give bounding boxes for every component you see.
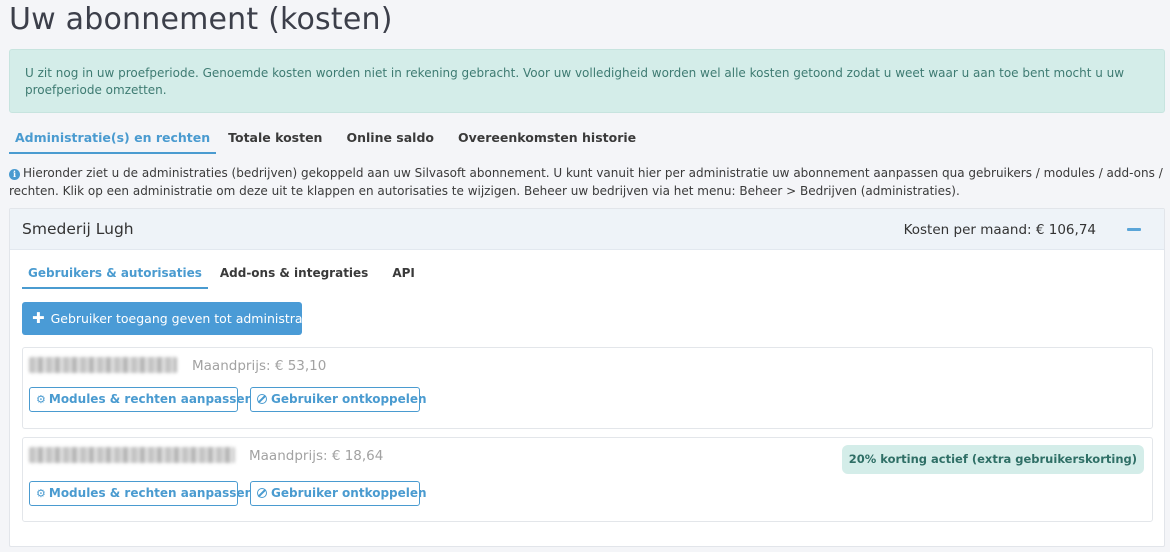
user-card: Maandprijs: € 18,64 20% korting actief (… — [22, 437, 1153, 522]
company-subtabs: Gebruikers & autorisaties Add-ons & inte… — [22, 261, 427, 289]
user-email-redacted — [29, 447, 235, 463]
tab-agreements-history[interactable]: Overeenkomsten historie — [446, 126, 648, 154]
discount-badge: 20% korting actief (extra gebruikerskort… — [841, 445, 1144, 474]
company-panel: Smederij Lugh Kosten per maand: € 106,74… — [9, 208, 1165, 547]
tab-addons-integrations[interactable]: Add-ons & integraties — [208, 261, 380, 289]
tab-online-balance[interactable]: Online saldo — [334, 126, 446, 154]
tab-administrations[interactable]: Administratie(s) en rechten — [9, 126, 217, 154]
user-monthly-price: Maandprijs: € 18,64 — [249, 448, 384, 464]
plus-icon: ✚ — [32, 309, 45, 327]
add-user-button[interactable]: ✚ Gebruiker toegang geven tot administra… — [22, 302, 319, 335]
info-circle-icon: i — [9, 169, 20, 180]
ban-icon — [257, 488, 267, 498]
modules-rights-label: Modules & rechten aanpassen — [48, 392, 254, 406]
tab-total-costs[interactable]: Totale kosten — [216, 126, 334, 154]
user-monthly-price: Maandprijs: € 53,10 — [192, 358, 327, 374]
disconnect-user-label: Gebruiker ontkoppelen — [271, 486, 427, 500]
company-monthly-cost: Kosten per maand: € 106,74 — [903, 222, 1096, 238]
main-tabs: Administratie(s) en rechten Totale koste… — [9, 126, 648, 154]
trial-alert: U zit nog in uw proefperiode. Genoemde k… — [9, 49, 1165, 113]
info-paragraph: i Hieronder ziet u de administraties (bed… — [9, 164, 1164, 200]
company-name: Smederij Lugh — [22, 220, 134, 238]
gear-icon: ⚙ — [36, 487, 46, 500]
company-header[interactable]: Smederij Lugh Kosten per maand: € 106,74 — [10, 209, 1164, 250]
gear-icon: ⚙ — [36, 393, 46, 406]
tab-api[interactable]: API — [380, 261, 427, 289]
user-card: Maandprijs: € 53,10 ⚙ Modules & rechten a… — [22, 347, 1153, 429]
disconnect-user-button[interactable]: Gebruiker ontkoppelen — [250, 481, 427, 506]
info-text: Hieronder ziet u de administraties (bedr… — [9, 166, 1163, 198]
disconnect-user-button[interactable]: Gebruiker ontkoppelen — [250, 387, 427, 412]
modules-rights-label: Modules & rechten aanpassen — [48, 486, 254, 500]
tab-users-authorizations[interactable]: Gebruikers & autorisaties — [22, 261, 208, 289]
modules-rights-button[interactable]: ⚙ Modules & rechten aanpassen — [29, 387, 253, 412]
ban-icon — [257, 394, 267, 404]
modules-rights-button[interactable]: ⚙ Modules & rechten aanpassen — [29, 481, 253, 506]
collapse-minus-icon[interactable] — [1127, 228, 1141, 231]
disconnect-user-label: Gebruiker ontkoppelen — [271, 392, 427, 406]
page-title: Uw abonnement (kosten) — [9, 2, 393, 37]
add-user-label: Gebruiker toegang geven tot administrati… — [50, 311, 319, 326]
user-email-redacted — [29, 357, 177, 373]
